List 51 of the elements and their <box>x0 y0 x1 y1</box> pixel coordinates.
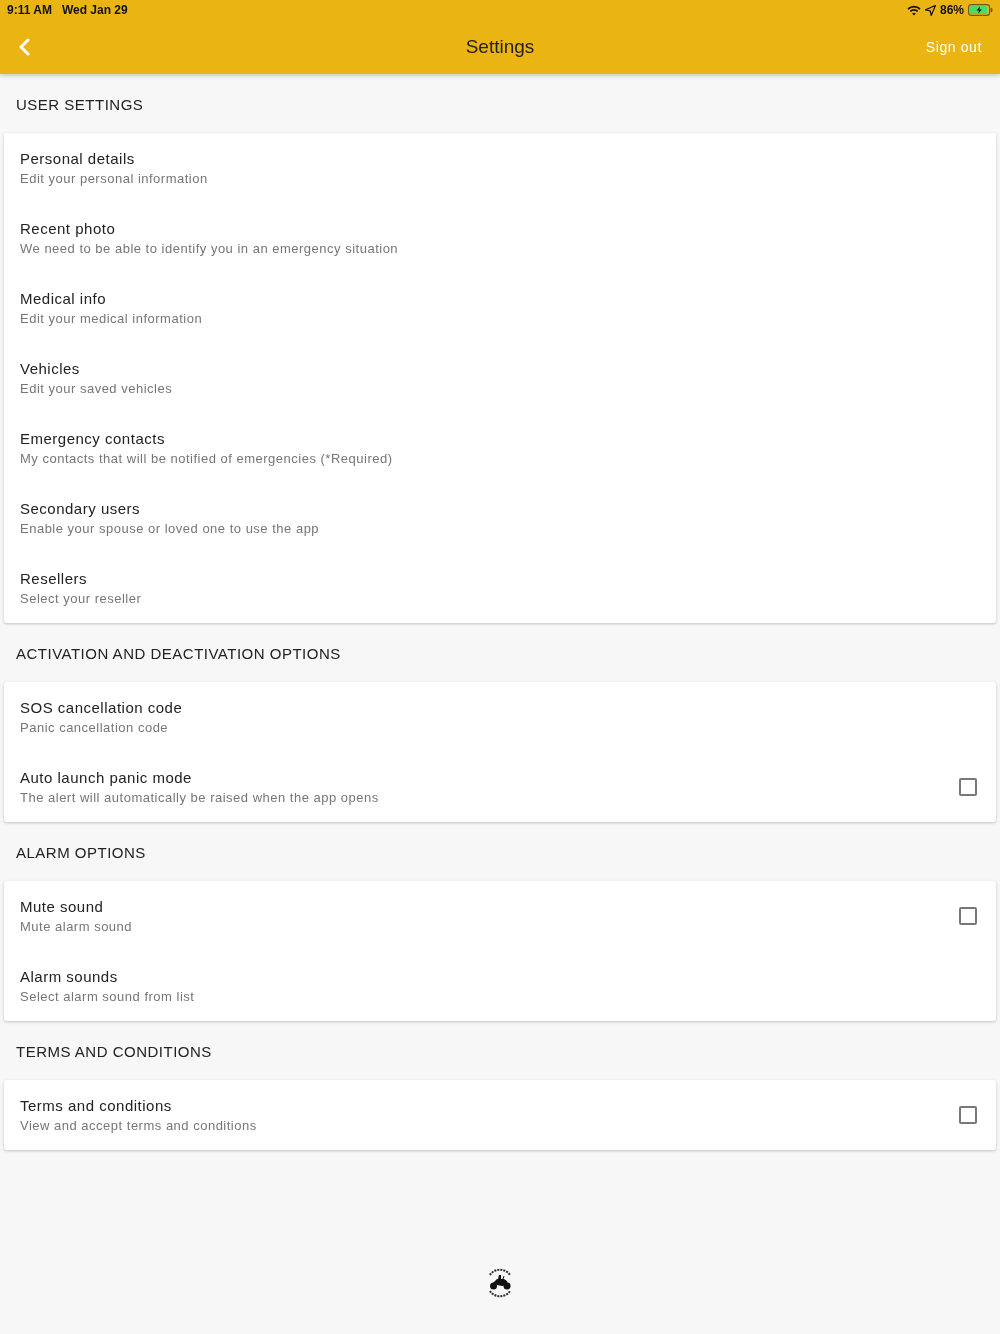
settings-item[interactable]: Mute sound Mute alarm sound <box>4 881 996 951</box>
battery-percent: 86% <box>939 3 964 17</box>
battery-charging-icon <box>968 4 993 16</box>
settings-item[interactable]: Medical info Edit your medical information <box>4 273 996 343</box>
item-title: Personal details <box>20 150 135 167</box>
item-subtitle: The alert will automatically be raised when the app opens <box>20 790 379 805</box>
section-heading: TERMS AND CONDITIONS <box>15 1041 213 1062</box>
item-subtitle: Select your reseller <box>20 591 142 606</box>
status-date: Wed Jan 29 <box>61 3 128 17</box>
item-subtitle: Edit your saved vehicles <box>20 381 173 396</box>
wifi-icon <box>906 4 921 16</box>
settings-item[interactable]: Resellers Select your reseller <box>4 553 996 623</box>
item-title: Mute sound <box>20 898 104 915</box>
section-heading: ACTIVATION AND DEACTIVATION OPTIONS <box>15 643 342 664</box>
item-subtitle: Enable your spouse or loved one to use the app <box>20 521 320 536</box>
item-subtitle: Mute alarm sound <box>20 919 133 934</box>
settings-item[interactable]: Terms and conditions View and accept terms and conditions <box>4 1080 996 1150</box>
item-title: Secondary users <box>20 500 141 517</box>
settings-item[interactable]: Recent photo We need to be able to identify you in an emergency situation <box>4 203 996 273</box>
back-chevron-icon <box>18 38 30 56</box>
item-title: Recent photo <box>20 220 116 237</box>
checkbox[interactable] <box>959 778 977 796</box>
section-heading: USER SETTINGS <box>15 94 145 115</box>
item-subtitle: My contacts that will be notified of emergencies (*Required) <box>20 451 393 466</box>
settings-item[interactable]: Vehicles Edit your saved vehicles <box>4 343 996 413</box>
settings-item[interactable]: Emergency contacts My contacts that will be notified of emergencies (*Required) <box>4 413 996 483</box>
settings-item[interactable]: Alarm sounds Select alarm sound from list <box>4 951 996 1021</box>
settings-item[interactable]: Personal details Edit your personal information <box>4 133 996 203</box>
checkbox[interactable] <box>959 907 977 925</box>
settings-item[interactable]: Auto launch panic mode The alert will automatically be raised when the app opens <box>4 752 996 822</box>
location-arrow-icon <box>924 4 936 16</box>
item-subtitle: Edit your medical information <box>20 311 203 326</box>
item-subtitle: Edit your personal information <box>20 171 208 186</box>
item-subtitle: Select alarm sound from list <box>20 989 195 1004</box>
item-subtitle: We need to be able to identify you in an emergency situation <box>20 241 399 256</box>
item-title: Terms and conditions <box>20 1097 172 1114</box>
item-title: Emergency contacts <box>20 430 165 447</box>
section-heading: ALARM OPTIONS <box>15 842 147 863</box>
status-time: 9:11 AM <box>7 3 52 17</box>
page-title: Settings <box>465 36 535 58</box>
settings-item[interactable]: SOS cancellation code Panic cancellation code <box>4 682 996 752</box>
item-title: SOS cancellation code <box>20 699 183 716</box>
item-title: Alarm sounds <box>20 968 118 985</box>
item-title: Resellers <box>20 570 88 587</box>
checkbox[interactable] <box>959 1106 977 1124</box>
item-title: Auto launch panic mode <box>20 769 192 786</box>
item-title: Vehicles <box>20 360 80 377</box>
item-title: Medical info <box>20 290 107 307</box>
item-subtitle: Panic cancellation code <box>20 720 169 735</box>
settings-item[interactable]: Secondary users Enable your spouse or loved one to use the app <box>4 483 996 553</box>
item-subtitle: View and accept terms and conditions <box>20 1118 257 1133</box>
